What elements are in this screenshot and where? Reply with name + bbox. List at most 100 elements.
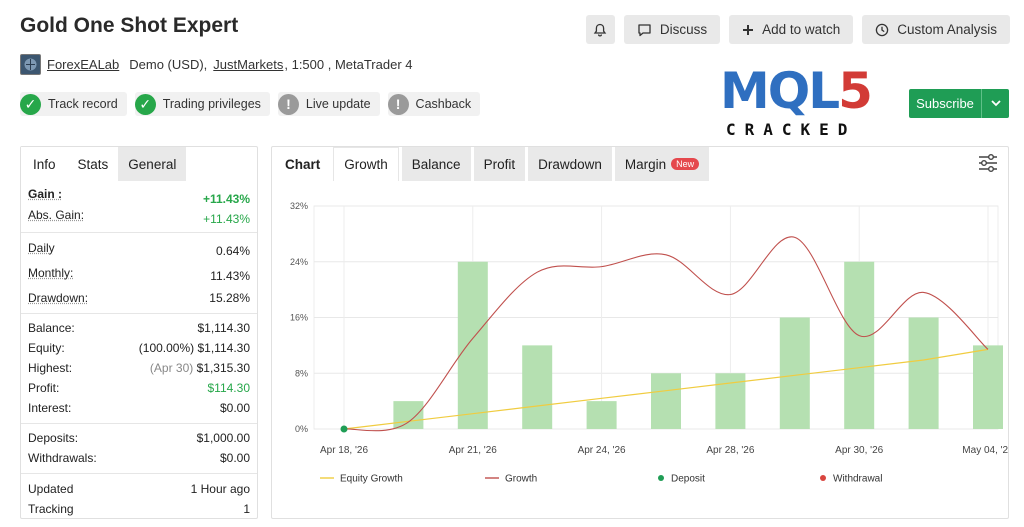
x-tick-label: Apr 28, '26 [706, 445, 754, 456]
stat-value: $1,114.30 [197, 321, 251, 335]
tab-info[interactable]: Info [21, 147, 68, 181]
stat-value: $1,000.00 [196, 431, 250, 445]
stat-gain: Gain : +11.43% [28, 187, 250, 206]
logo-subtext: CRACKED [726, 120, 857, 139]
x-tick-label: Apr 30, '26 [835, 445, 883, 456]
stat-label: Monthly: [28, 266, 74, 280]
stat-label: Daily [28, 241, 55, 255]
stat-deposits: Deposits: $1,000.00 [28, 431, 250, 445]
stat-label: Interest: [28, 401, 72, 415]
stat-label: Deposits: [28, 431, 79, 445]
stat-label: Abs. Gain: [28, 208, 85, 222]
mql5-cracked-logo: MQL5 CRACKED [720, 66, 885, 142]
add-to-watch-button[interactable]: Add to watch [729, 15, 854, 44]
plus-icon [743, 24, 754, 35]
y-tick-label: 32% [290, 201, 308, 211]
stat-tracking: Tracking 1 [28, 502, 250, 516]
badge-label: Track record [48, 97, 118, 111]
legend-label: Deposit [671, 474, 705, 485]
badge-label: Live update [305, 97, 371, 111]
broker-link[interactable]: JustMarkets [213, 57, 283, 72]
stat-value: 11.43% [210, 269, 250, 283]
account-info: ForexEALab Demo (USD), JustMarkets , 1:5… [20, 54, 413, 75]
tab-balance[interactable]: Balance [401, 147, 471, 181]
stat-label: Tracking [28, 502, 74, 516]
custom-analysis-button[interactable]: Custom Analysis [862, 15, 1010, 44]
x-tick-label: Apr 24, '26 [578, 445, 626, 456]
deposit-point [340, 425, 348, 433]
growth-chart: 0% 8% 16% 24% 32% Apr 18, '26 Apr 21, '26 Apr 2… [290, 201, 1008, 485]
legend-label: Withdrawal [833, 474, 882, 485]
stat-value: $1,114.30 [197, 341, 251, 355]
stat-updated: Updated 1 Hour ago [28, 482, 250, 496]
stat-value: 0.64% [215, 244, 250, 258]
stat-value: $0.00 [219, 401, 250, 415]
tab-margin[interactable]: Margin New [614, 147, 710, 181]
notification-button[interactable] [585, 15, 615, 44]
top-toolbar: Discuss Add to watch Custom Analysis [585, 15, 1010, 44]
sliders-icon [979, 154, 997, 172]
stat-daily: Daily 0.64% [28, 241, 250, 258]
exclamation-icon: ! [277, 93, 299, 115]
y-tick-label: 0% [295, 424, 308, 434]
account-details: , 1:500 , MetaTrader 4 [284, 57, 413, 72]
chat-icon [638, 23, 651, 36]
y-tick-label: 24% [290, 257, 308, 267]
stat-interest: Interest: $0.00 [28, 401, 250, 415]
clock-icon [875, 23, 889, 36]
growth-bar [844, 261, 875, 429]
x-tick-label: Apr 21, '26 [449, 445, 497, 456]
account-type: Demo (USD), [129, 57, 208, 72]
discuss-label: Discuss [659, 22, 708, 37]
legend-swatch-dot [820, 475, 826, 481]
stat-label: Gain : [28, 187, 63, 201]
stat-value: $1,315.30 [196, 361, 250, 375]
growth-bar [457, 261, 488, 429]
check-icon: ✓ [134, 93, 156, 115]
stat-label: Profit: [28, 381, 60, 395]
stat-profit: Profit: $114.30 [28, 381, 250, 395]
badge-track-record[interactable]: ✓ Track record [20, 92, 127, 116]
stat-value: +11.43% [203, 212, 250, 226]
tab-margin-label: Margin [624, 156, 667, 172]
tab-general[interactable]: General [118, 147, 187, 181]
author-link[interactable]: ForexEALab [47, 57, 119, 72]
tab-drawdown[interactable]: Drawdown [528, 147, 612, 181]
stat-label: Updated [28, 482, 74, 496]
badge-live-update[interactable]: ! Live update [277, 92, 380, 116]
author-avatar[interactable] [20, 54, 41, 75]
logo-text-5: 5 [838, 62, 873, 120]
badge-cashback[interactable]: ! Cashback [387, 92, 481, 116]
growth-bar [393, 401, 424, 429]
discuss-button[interactable]: Discuss [623, 15, 721, 44]
legend-label: Equity Growth [340, 474, 403, 485]
growth-bar [522, 345, 553, 429]
stat-value: 1 Hour ago [190, 482, 250, 496]
chart-settings-button[interactable] [978, 154, 998, 177]
bell-icon [594, 23, 607, 36]
stat-value: +11.43% [202, 192, 250, 206]
add-to-watch-label: Add to watch [762, 22, 841, 37]
stat-highest-date: (Apr 30) [149, 361, 194, 375]
new-badge: New [671, 158, 700, 170]
tab-growth[interactable]: Growth [333, 147, 399, 181]
check-icon: ✓ [20, 93, 41, 115]
tab-profit[interactable]: Profit [473, 147, 526, 181]
stat-label: Balance: [28, 321, 75, 335]
badge-label: Cashback [415, 97, 472, 111]
logo-text-mql: MQL [720, 62, 840, 120]
badge-label: Trading privileges [162, 97, 261, 111]
stat-equity-percent: (100.00%) [138, 341, 195, 355]
status-badges: ✓ Track record ✓ Trading privileges ! Li… [20, 92, 481, 116]
subscribe-label: Subscribe [916, 96, 974, 111]
subscribe-dropdown[interactable] [981, 89, 1009, 118]
stat-value: 1 [243, 502, 250, 516]
growth-bar [586, 401, 617, 429]
legend-swatch-dot [658, 475, 664, 481]
chart-panel: Chart Growth Balance Profit Drawdown Mar… [271, 146, 1009, 519]
badge-trading-privileges[interactable]: ✓ Trading privileges [134, 92, 270, 116]
stats-list: Gain : +11.43% Abs. Gain: +11.43% Daily 0.6… [21, 187, 257, 516]
x-tick-label: May 04, '26 [962, 445, 1008, 456]
tab-stats[interactable]: Stats [67, 147, 119, 181]
subscribe-button[interactable]: Subscribe [909, 89, 1009, 118]
